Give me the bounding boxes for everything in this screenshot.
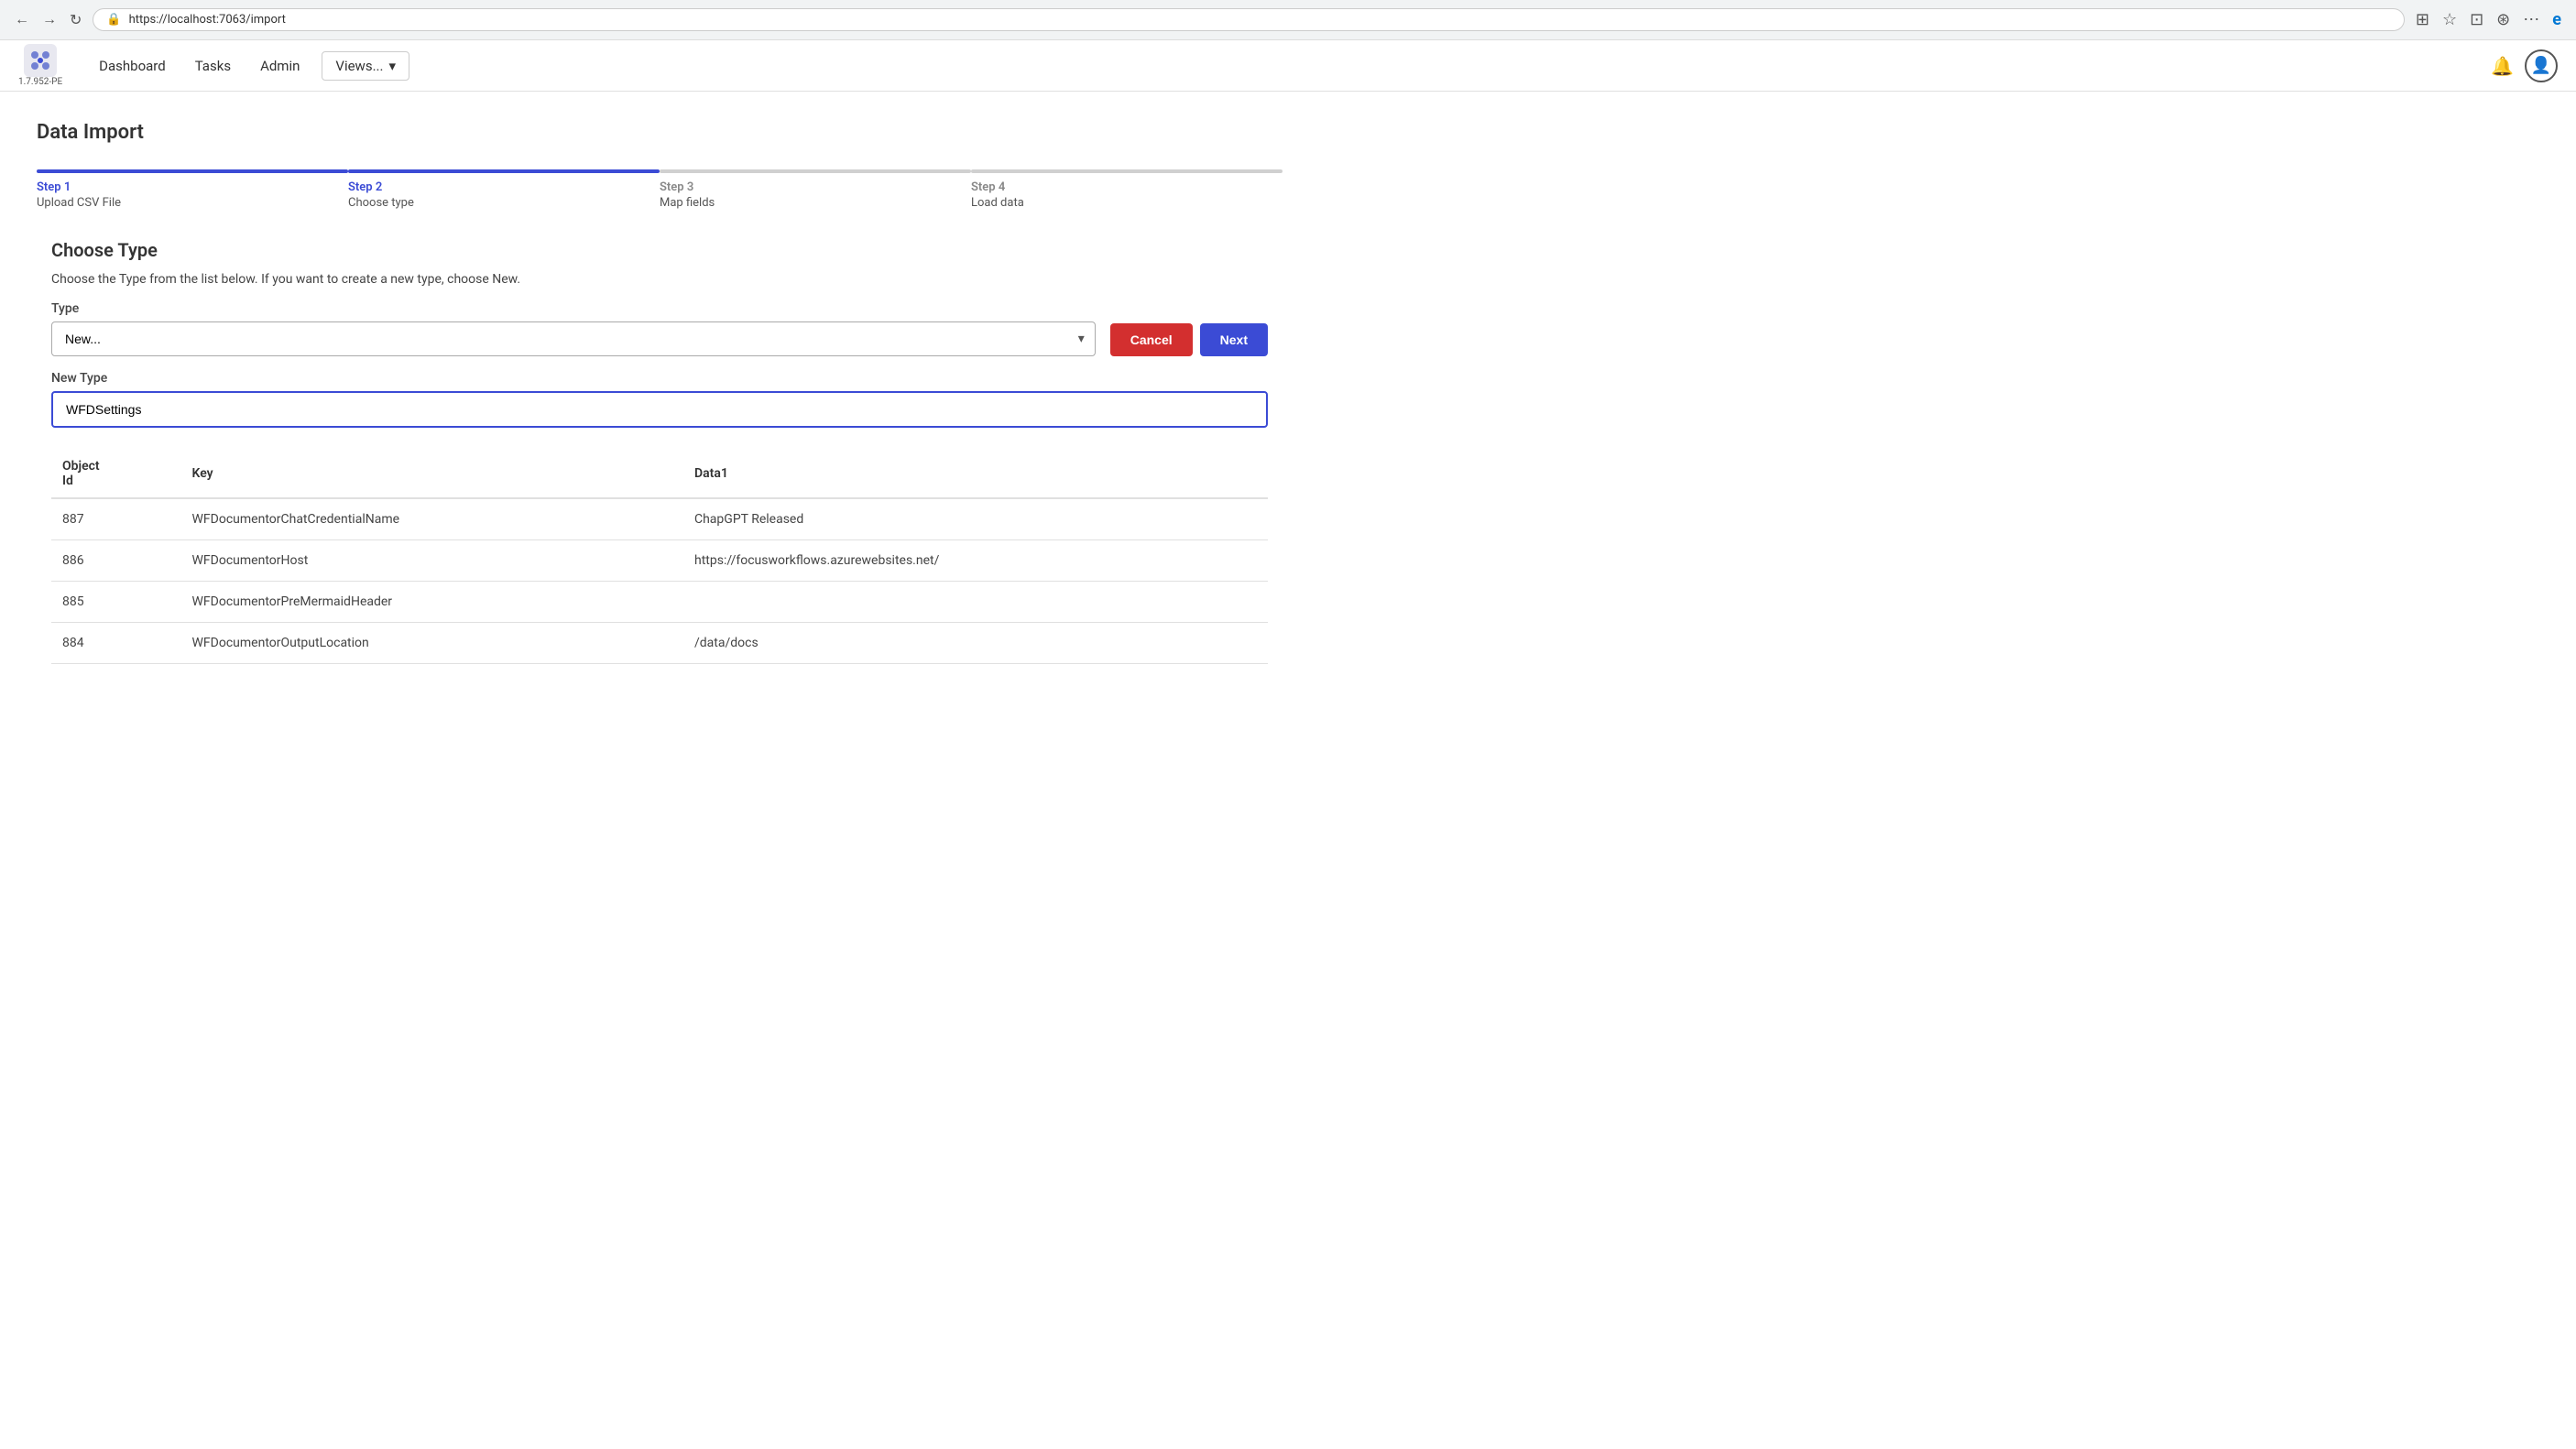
table-header-row: ObjectId Key Data1 xyxy=(51,450,1268,498)
nav-admin[interactable]: Admin xyxy=(246,40,314,92)
cell-object-id: 885 xyxy=(51,582,181,623)
cell-data1 xyxy=(683,582,1268,623)
views-label: Views... xyxy=(335,58,383,74)
browser-actions: ⊞ ☆ ⊡ ⊛ ⋯ e xyxy=(2412,6,2565,33)
url-text: https://localhost:7063/import xyxy=(129,13,286,27)
type-row: Type New... ▾ Cancel Next xyxy=(51,301,1268,356)
step-2-bar xyxy=(348,169,660,173)
user-avatar[interactable]: 👤 xyxy=(2525,49,2558,82)
step-4-sublabel: Load data xyxy=(971,196,1283,210)
cell-data1: https://focusworkflows.azurewebsites.net… xyxy=(683,540,1268,582)
type-select[interactable]: New... xyxy=(51,321,1096,356)
notification-bell-icon[interactable]: 🔔 xyxy=(2491,55,2514,77)
header-right: 🔔 👤 xyxy=(2491,49,2558,82)
new-type-label: New Type xyxy=(51,371,1268,386)
choose-type-section: Choose Type Choose the Type from the lis… xyxy=(37,239,1283,664)
settings-icon[interactable]: ⋯ xyxy=(2519,6,2543,33)
action-buttons: Cancel Next xyxy=(1110,303,1268,356)
extensions-icon[interactable]: ⊞ xyxy=(2412,6,2433,33)
browser-controls: ← → ↻ xyxy=(11,7,85,33)
refresh-button[interactable]: ↻ xyxy=(66,7,85,33)
step-1: Step 1 Upload CSV File xyxy=(37,169,348,210)
avatar-icon: 👤 xyxy=(2531,56,2551,75)
main-content: Data Import Step 1 Upload CSV File Step … xyxy=(0,92,1319,693)
table-header: ObjectId Key Data1 xyxy=(51,450,1268,498)
cell-object-id: 886 xyxy=(51,540,181,582)
choose-type-title: Choose Type xyxy=(51,239,1268,261)
step-3-sublabel: Map fields xyxy=(660,196,971,210)
col-object-id: ObjectId xyxy=(51,450,181,498)
step-4-bar xyxy=(971,169,1283,173)
collections-icon[interactable]: ⊡ xyxy=(2466,6,2487,33)
step-2-sublabel: Choose type xyxy=(348,196,660,210)
step-2: Step 2 Choose type xyxy=(348,169,660,210)
table-row: 886 WFDocumentorHost https://focusworkfl… xyxy=(51,540,1268,582)
cell-key: WFDocumentorPreMermaidHeader xyxy=(181,582,683,623)
new-type-field: New Type xyxy=(51,371,1268,428)
nav-dashboard[interactable]: Dashboard xyxy=(84,40,180,92)
step-1-bar xyxy=(37,169,348,173)
browser-bar: ← → ↻ 🔒 https://localhost:7063/import ⊞ … xyxy=(0,0,2576,40)
cell-data1: /data/docs xyxy=(683,623,1268,664)
table-row: 884 WFDocumentorOutputLocation /data/doc… xyxy=(51,623,1268,664)
next-button[interactable]: Next xyxy=(1200,323,1268,356)
views-dropdown[interactable]: Views... ▾ xyxy=(322,51,409,81)
type-field: Type New... ▾ xyxy=(51,301,1096,356)
address-bar[interactable]: 🔒 https://localhost:7063/import xyxy=(93,8,2404,31)
cell-key: WFDocumentorHost xyxy=(181,540,683,582)
table-row: 887 WFDocumentorChatCredentialName ChapG… xyxy=(51,498,1268,540)
logo-svg xyxy=(24,44,57,77)
forward-button[interactable]: → xyxy=(38,8,60,32)
edge-icon: e xyxy=(2549,6,2565,33)
app-logo: 1.7.952-PE xyxy=(18,44,62,87)
step-4: Step 4 Load data xyxy=(971,169,1283,210)
step-3-label: Step 3 xyxy=(660,180,971,194)
step-3-bar xyxy=(660,169,971,173)
col-data1: Data1 xyxy=(683,450,1268,498)
table-body: 887 WFDocumentorChatCredentialName ChapG… xyxy=(51,498,1268,664)
cell-data1: ChapGPT Released xyxy=(683,498,1268,540)
data-table: ObjectId Key Data1 887 WFDocumentorChatC… xyxy=(51,450,1268,664)
profile-icon[interactable]: ⊛ xyxy=(2493,6,2514,33)
col-key: Key xyxy=(181,450,683,498)
type-field-label: Type xyxy=(51,301,1096,316)
new-type-input[interactable] xyxy=(51,391,1268,428)
app-header: 1.7.952-PE Dashboard Tasks Admin Views..… xyxy=(0,40,2576,92)
favorites-icon[interactable]: ☆ xyxy=(2439,6,2461,33)
table-row: 885 WFDocumentorPreMermaidHeader xyxy=(51,582,1268,623)
cell-object-id: 887 xyxy=(51,498,181,540)
cell-object-id: 884 xyxy=(51,623,181,664)
steps-progress: Step 1 Upload CSV File Step 2 Choose typ… xyxy=(37,169,1283,210)
chevron-down-icon: ▾ xyxy=(388,58,396,74)
nav-tasks[interactable]: Tasks xyxy=(180,40,246,92)
step-4-label: Step 4 xyxy=(971,180,1283,194)
step-1-sublabel: Upload CSV File xyxy=(37,196,348,210)
cell-key: WFDocumentorOutputLocation xyxy=(181,623,683,664)
cancel-button[interactable]: Cancel xyxy=(1110,323,1193,356)
step-1-label: Step 1 xyxy=(37,180,348,194)
cell-key: WFDocumentorChatCredentialName xyxy=(181,498,683,540)
type-select-container: New... ▾ xyxy=(51,321,1096,356)
step-2-label: Step 2 xyxy=(348,180,660,194)
lock-icon: 🔒 xyxy=(106,13,121,27)
step-3: Step 3 Map fields xyxy=(660,169,971,210)
back-button[interactable]: ← xyxy=(11,8,33,32)
choose-type-description: Choose the Type from the list below. If … xyxy=(51,272,1268,287)
page-title: Data Import xyxy=(37,121,1283,144)
version-label: 1.7.952-PE xyxy=(18,77,62,87)
